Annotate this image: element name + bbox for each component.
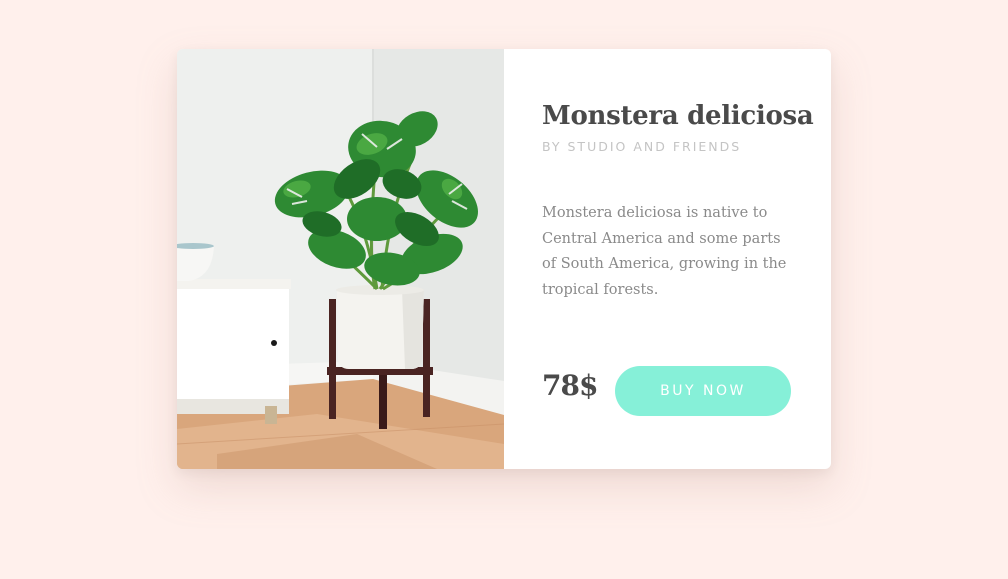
monstera-photo-illustration [177,49,504,469]
product-title: Monstera deliciosa [542,101,814,131]
product-description: Monstera deliciosa is native to Central … [542,205,787,298]
product-info: Monstera deliciosa BY STUDIO AND FRIENDS… [504,49,831,469]
product-card: Monstera deliciosa BY STUDIO AND FRIENDS… [177,49,831,469]
product-byline: BY STUDIO AND FRIENDS [542,139,742,154]
buy-now-button[interactable]: BUY NOW [615,366,791,416]
product-image [177,49,504,469]
product-price: 78$ [542,369,598,402]
